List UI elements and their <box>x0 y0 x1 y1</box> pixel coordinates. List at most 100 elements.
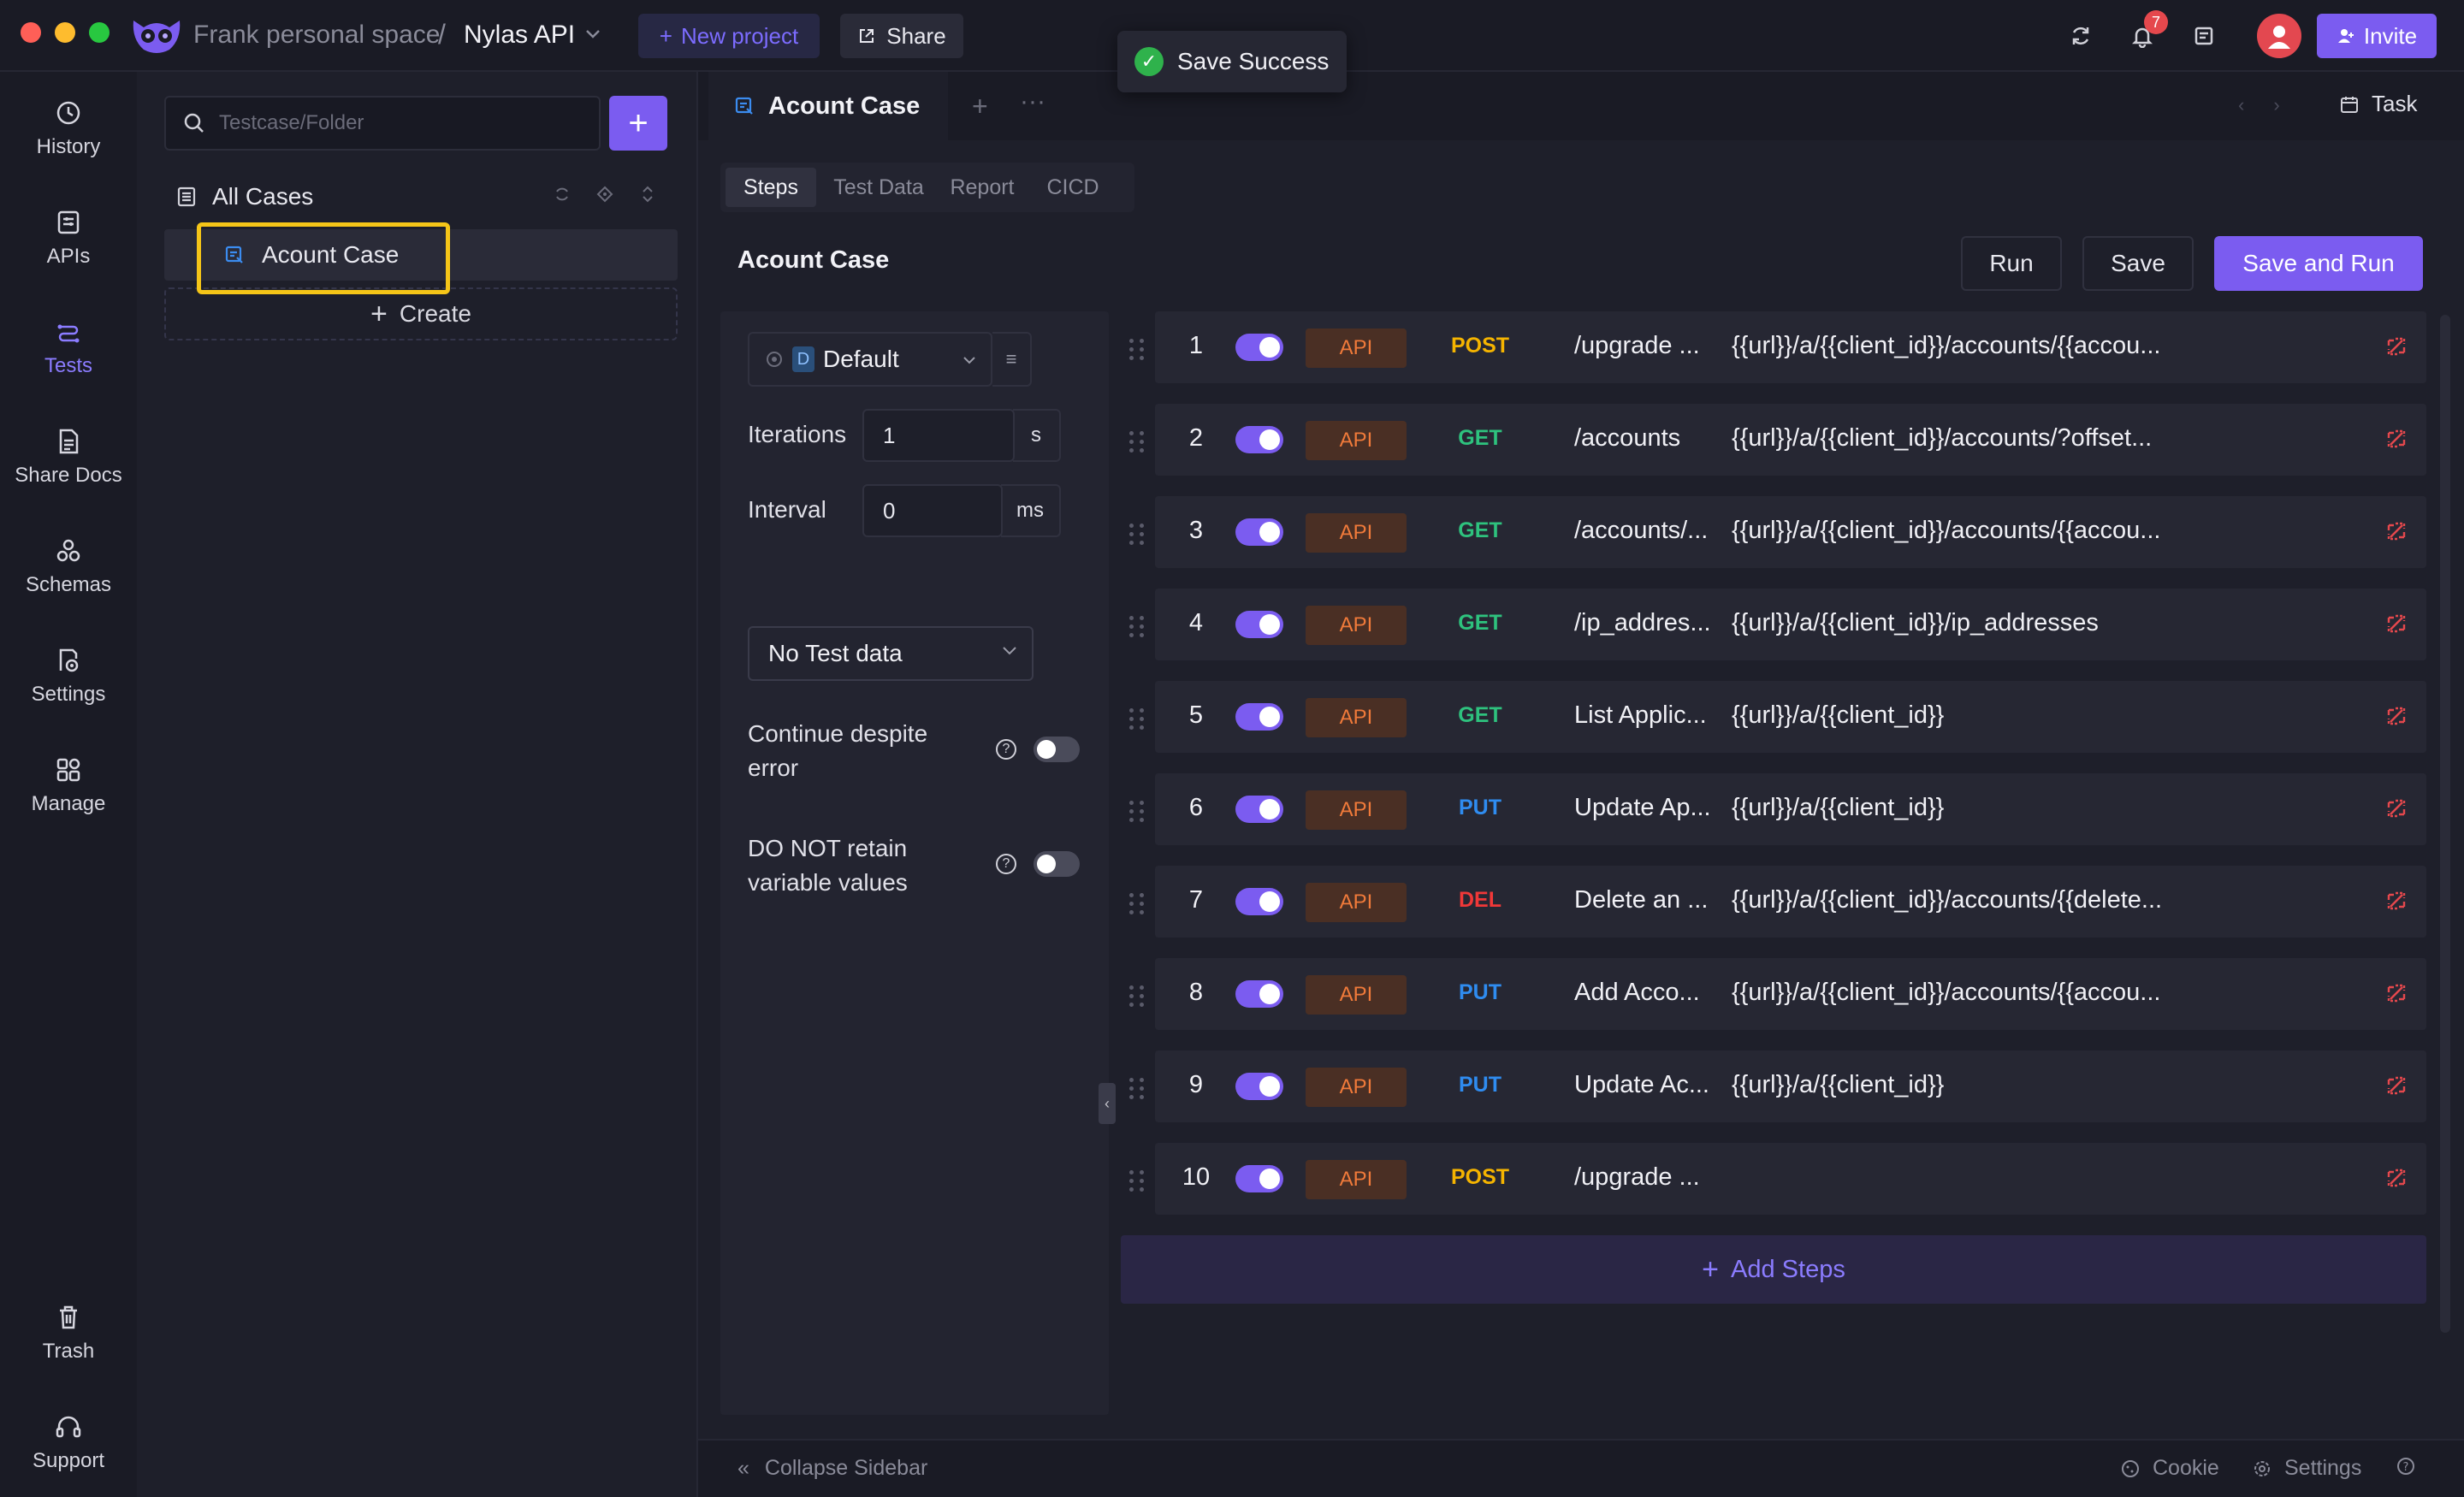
case-item-acount-case[interactable]: Acount Case <box>164 229 678 281</box>
unlink-icon[interactable] <box>2384 980 2409 1006</box>
create-case-button[interactable]: + Create <box>164 287 678 340</box>
environment-menu-icon[interactable]: ≡ <box>992 332 1032 387</box>
refresh-icon[interactable] <box>553 185 572 204</box>
help-icon[interactable]: ? <box>2396 1456 2416 1476</box>
step-card[interactable]: 9 API PUT Update Ac... {{url}}/a/{{client_id… <box>1155 1050 2426 1122</box>
step-card[interactable]: 6 API PUT Update Ap... {{url}}/a/{{client_id… <box>1155 773 2426 845</box>
step-enabled-toggle[interactable] <box>1235 980 1283 1008</box>
step-enabled-toggle[interactable] <box>1235 888 1283 915</box>
unlink-icon[interactable] <box>2384 1073 2409 1098</box>
help-icon[interactable]: ? <box>996 739 1016 760</box>
environment-select[interactable]: D Default <box>748 332 992 387</box>
collapse-panel-handle[interactable]: ‹ <box>1099 1083 1116 1124</box>
nav-item-manage[interactable]: Manage <box>0 743 137 828</box>
step-row[interactable]: 3 API GET/accounts/... {{url}}/a/{{client_i… <box>1121 496 2426 568</box>
step-row[interactable]: 6 API PUT Update Ap... {{url}}/a/{{client_id… <box>1121 773 2426 845</box>
drag-handle-icon[interactable] <box>1129 1078 1145 1100</box>
unlink-icon[interactable] <box>2384 518 2409 544</box>
step-enabled-toggle[interactable] <box>1235 426 1283 453</box>
drag-handle-icon[interactable] <box>1129 339 1145 361</box>
drag-handle-icon[interactable] <box>1129 431 1145 453</box>
step-enabled-toggle[interactable] <box>1235 1073 1283 1100</box>
all-cases-row[interactable]: All Cases <box>176 178 672 216</box>
step-enabled-toggle[interactable] <box>1235 1165 1283 1192</box>
expand-collapse-icon[interactable] <box>638 185 657 204</box>
iterations-input[interactable]: 1 <box>862 409 1015 462</box>
locate-icon[interactable] <box>595 185 614 204</box>
chevron-left-icon[interactable]: ‹ <box>2238 94 2244 116</box>
task-button[interactable]: Task <box>2339 91 2417 117</box>
new-tab-icon[interactable]: + <box>972 91 988 122</box>
unlink-icon[interactable] <box>2384 611 2409 636</box>
retain-variables-toggle[interactable] <box>1034 851 1080 877</box>
save-button[interactable]: Save <box>2082 236 2194 291</box>
unlink-icon[interactable] <box>2384 703 2409 729</box>
step-enabled-toggle[interactable] <box>1235 334 1283 361</box>
sync-icon[interactable] <box>2062 17 2100 55</box>
window-maximize-button[interactable] <box>89 22 110 43</box>
search-input[interactable] <box>217 110 577 136</box>
chevron-right-icon[interactable]: › <box>2273 94 2279 116</box>
window-close-button[interactable] <box>21 22 41 43</box>
nav-item-schemas[interactable]: Schemas <box>0 524 137 609</box>
tab-report[interactable]: Report <box>939 168 1025 207</box>
unlink-icon[interactable] <box>2384 426 2409 452</box>
step-card[interactable]: 4 API GET/ip_addres... {{url}}/a/{{client_i… <box>1155 589 2426 660</box>
step-card[interactable]: 5 API GET List Applic... {{url}}/a/{{client_… <box>1155 681 2426 753</box>
step-row[interactable]: 1 API POST/upgrade ... {{url}}/a/{{client_i… <box>1121 311 2426 383</box>
add-case-button[interactable]: + <box>609 96 667 151</box>
window-minimize-button[interactable] <box>55 22 75 43</box>
unlink-icon[interactable] <box>2384 334 2409 359</box>
step-enabled-toggle[interactable] <box>1235 518 1283 546</box>
tab-steps[interactable]: Steps <box>726 168 816 207</box>
help-icon[interactable]: ? <box>996 854 1016 874</box>
step-enabled-toggle[interactable] <box>1235 703 1283 731</box>
drag-handle-icon[interactable] <box>1129 524 1145 546</box>
unlink-icon[interactable] <box>2384 1165 2409 1191</box>
step-enabled-toggle[interactable] <box>1235 611 1283 638</box>
project-name[interactable]: Nylas API <box>464 21 575 50</box>
collapse-sidebar-button[interactable]: « Collapse Sidebar <box>737 1456 927 1481</box>
step-row[interactable]: 8 API PUT Add Acco... {{url}}/a/{{client_id}… <box>1121 958 2426 1030</box>
continue-on-error-toggle[interactable] <box>1034 737 1080 762</box>
workspace-name[interactable]: Frank personal space <box>193 21 441 50</box>
nav-item-share-docs[interactable]: Share Docs <box>0 414 137 500</box>
nav-item-settings[interactable]: Settings <box>0 633 137 719</box>
step-row[interactable]: 5 API GET List Applic... {{url}}/a/{{client_… <box>1121 681 2426 753</box>
cookie-button[interactable]: Cookie <box>2120 1456 2219 1481</box>
nav-item-trash[interactable]: Trash <box>0 1290 137 1376</box>
invite-button[interactable]: Invite <box>2317 14 2437 58</box>
save-and-run-button[interactable]: Save and Run <box>2214 236 2423 291</box>
step-card[interactable]: 8 API PUT Add Acco... {{url}}/a/{{client_id}… <box>1155 958 2426 1030</box>
interval-input[interactable]: 0 <box>862 484 1003 537</box>
tab-acount-case[interactable]: Acount Case <box>708 72 948 140</box>
drag-handle-icon[interactable] <box>1129 616 1145 638</box>
tab-cicd[interactable]: CICD <box>1030 168 1116 207</box>
step-row[interactable]: 10 API POST/upgrade ... <box>1121 1143 2426 1215</box>
step-card[interactable]: 2 API GET/accounts {{url}}/a/{{client_id}}/… <box>1155 404 2426 476</box>
unlink-icon[interactable] <box>2384 888 2409 914</box>
step-card[interactable]: 7 API DEL Delete an ... {{url}}/a/{{client_i… <box>1155 866 2426 938</box>
add-steps-button[interactable]: + Add Steps <box>1121 1235 2426 1304</box>
step-card[interactable]: 1 API POST/upgrade ... {{url}}/a/{{client_i… <box>1155 311 2426 383</box>
run-button[interactable]: Run <box>1961 236 2062 291</box>
drag-handle-icon[interactable] <box>1129 801 1145 823</box>
footer-settings-button[interactable]: Settings <box>2252 1456 2361 1481</box>
drag-handle-icon[interactable] <box>1129 708 1145 731</box>
step-card[interactable]: 10 API POST/upgrade ... <box>1155 1143 2426 1215</box>
nav-item-history[interactable]: History <box>0 86 137 171</box>
drag-handle-icon[interactable] <box>1129 893 1145 915</box>
step-card[interactable]: 3 API GET/accounts/... {{url}}/a/{{client_i… <box>1155 496 2426 568</box>
drag-handle-icon[interactable] <box>1129 985 1145 1008</box>
step-row[interactable]: 2 API GET/accounts {{url}}/a/{{client_id}}/… <box>1121 404 2426 476</box>
scrollbar[interactable] <box>2440 315 2450 1333</box>
drag-handle-icon[interactable] <box>1129 1170 1145 1192</box>
more-icon[interactable]: ··· <box>1020 87 1045 116</box>
avatar[interactable] <box>2257 14 2301 58</box>
test-data-select[interactable]: No Test data <box>748 626 1034 681</box>
share-button[interactable]: Share <box>840 14 963 58</box>
nav-item-support[interactable]: Support <box>0 1399 137 1485</box>
chevron-down-icon[interactable] <box>582 22 604 44</box>
nav-item-tests[interactable]: Tests <box>0 305 137 390</box>
new-project-button[interactable]: + New project <box>638 14 820 58</box>
